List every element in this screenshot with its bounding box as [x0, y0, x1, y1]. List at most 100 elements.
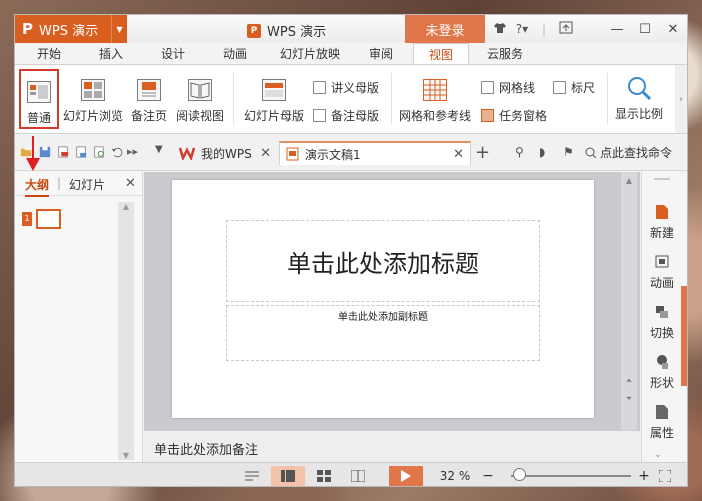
doc-tab-mywps-label: 我的WPS: [201, 146, 252, 161]
tab-outline[interactable]: 大纲: [25, 176, 50, 197]
shape-button[interactable]: 形状: [642, 354, 682, 391]
reading-view-button[interactable]: 阅读视图: [173, 69, 227, 129]
checked-checkbox-icon: [481, 109, 494, 122]
undo-icon[interactable]: [111, 145, 123, 159]
flag-icon[interactable]: ⚑: [563, 145, 574, 159]
tab-divider: |: [57, 176, 62, 190]
slide-thumbnail[interactable]: [36, 209, 61, 229]
animation-button[interactable]: 动画: [642, 254, 682, 291]
zoom-slider[interactable]: [511, 475, 631, 477]
print-icon[interactable]: [75, 145, 87, 159]
tab-view[interactable]: 视图: [413, 43, 469, 65]
normal-view-button[interactable]: 普通: [19, 69, 59, 129]
properties-label: 属性: [649, 426, 674, 440]
tab-home[interactable]: 开始: [23, 43, 75, 65]
handout-master-icon: [313, 81, 326, 94]
feedback-icon[interactable]: [555, 21, 577, 37]
skin-icon[interactable]: [489, 22, 511, 37]
close-panel-icon[interactable]: ✕: [125, 176, 136, 191]
previous-slide-icon[interactable]: ⏶: [621, 376, 637, 386]
ribbon-tabs: 开始 插入 设计 动画 幻灯片放映 审阅 视图 云服务: [15, 43, 687, 65]
normal-view-label: 普通: [26, 111, 51, 125]
ruler-checkbox[interactable]: 标尺: [553, 79, 595, 96]
gridlines-checkbox[interactable]: 网格线: [481, 79, 535, 96]
help-icon[interactable]: ?▾: [511, 22, 533, 36]
slide-canvas[interactable]: 单击此处添加标题 单击此处添加副标题: [172, 180, 594, 418]
editor-scrollbar[interactable]: ▲ ⏶ ⏷ ▼: [621, 172, 637, 462]
chevron-down-icon[interactable]: ▼: [155, 144, 163, 155]
notes-toggle-icon[interactable]: [241, 466, 263, 486]
normal-view-status-button[interactable]: [271, 466, 305, 486]
zoom-out-icon[interactable]: −: [481, 466, 495, 486]
slide-sorter-icon: [81, 79, 105, 101]
tab-slideshow[interactable]: 幻灯片放映: [271, 43, 349, 65]
doc-tab-presentation[interactable]: 演示文稿1 ✕: [279, 141, 471, 165]
chevron-down-icon[interactable]: ▼: [111, 15, 127, 43]
notes-master-button[interactable]: 备注母版: [313, 107, 379, 124]
fit-window-icon[interactable]: [657, 466, 673, 486]
doc-tab-mywps[interactable]: 我的WPS ✕: [173, 141, 277, 165]
reading-view-status-button[interactable]: [345, 466, 371, 486]
subtitle-placeholder[interactable]: 单击此处添加副标题: [226, 305, 540, 361]
grid-guides-label: 网格和参考线: [398, 109, 471, 123]
panel-scrollbar[interactable]: ▲ ▼: [118, 202, 134, 460]
scroll-down-icon[interactable]: ▼: [118, 451, 134, 460]
slide-sorter-status-button[interactable]: [311, 466, 337, 486]
slideshow-play-button[interactable]: [389, 466, 423, 486]
cloud-doc-icon[interactable]: ◗: [539, 145, 545, 159]
maximize-icon[interactable]: ☐: [631, 22, 659, 37]
handout-master-button[interactable]: 讲义母版: [313, 79, 379, 96]
tab-review[interactable]: 审阅: [357, 43, 405, 65]
slide-sorter-button[interactable]: 幻灯片浏览: [61, 69, 125, 129]
zoom-button[interactable]: 显示比例: [611, 69, 667, 129]
app-menu-button[interactable]: P WPS 演示 ▼: [15, 15, 127, 43]
close-tab-icon[interactable]: ✕: [260, 146, 271, 161]
new-tab-icon[interactable]: +: [475, 142, 490, 163]
notes-page-button[interactable]: 备注页: [129, 69, 169, 129]
ribbon-expand-icon[interactable]: ›: [675, 65, 687, 133]
title-placeholder[interactable]: 单击此处添加标题: [226, 220, 540, 302]
chevron-down-icon[interactable]: ⌄: [654, 450, 662, 460]
separator-icon: |: [541, 22, 547, 36]
close-tab-icon[interactable]: ✕: [453, 147, 464, 162]
tab-slides[interactable]: 幻灯片: [69, 176, 105, 193]
magnifier-icon: [628, 77, 652, 101]
outline-slides-panel: 大纲 | 幻灯片 ✕ 1 ▲ ▼: [15, 172, 143, 462]
slide-master-label: 幻灯片母版: [243, 109, 304, 123]
print-preview-icon[interactable]: [93, 145, 105, 159]
pin-icon[interactable]: ⚲: [515, 145, 524, 159]
normal-view-icon: [27, 81, 51, 103]
tab-insert[interactable]: 插入: [87, 43, 135, 65]
next-slide-icon[interactable]: ⏷: [621, 394, 637, 404]
tab-cloud[interactable]: 云服务: [477, 43, 533, 65]
scroll-up-icon[interactable]: ▲: [621, 176, 637, 185]
task-pane-collapse-handle[interactable]: [681, 286, 687, 386]
tab-design[interactable]: 设计: [149, 43, 197, 65]
annotation-arrow-icon: [26, 136, 40, 171]
properties-button[interactable]: 属性: [642, 404, 682, 441]
task-pane: 新建 动画 切换 形状 属性 ⌄: [641, 172, 687, 462]
minimize-icon[interactable]: —: [603, 22, 631, 37]
animation-label: 动画: [649, 276, 674, 290]
zoom-slider-handle[interactable]: [513, 468, 526, 481]
notes-pane[interactable]: 单击此处添加备注: [144, 430, 640, 462]
new-slide-icon: [656, 205, 668, 219]
grid-guides-button[interactable]: 网格和参考线: [397, 69, 473, 129]
new-slide-button[interactable]: 新建: [642, 204, 682, 241]
login-button[interactable]: 未登录: [405, 15, 485, 43]
task-pane-checkbox[interactable]: 任务窗格: [481, 107, 547, 124]
export-pdf-icon[interactable]: [57, 145, 69, 159]
transition-icon: [656, 306, 668, 318]
scroll-up-icon[interactable]: ▲: [118, 202, 134, 211]
slide-master-button[interactable]: 幻灯片母版: [241, 69, 307, 129]
ribbon-view: 普通 幻灯片浏览 备注页 阅读视图 幻灯片母版 讲义母版 备注母版 网格和参考线…: [15, 64, 687, 134]
more-tools-icon[interactable]: ▸▸: [127, 145, 138, 158]
close-icon[interactable]: ✕: [659, 22, 687, 37]
command-search[interactable]: 点此查找命令: [585, 144, 672, 161]
slide-number: 1: [22, 212, 32, 226]
transition-button[interactable]: 切换: [642, 304, 682, 341]
zoom-level[interactable]: 32 %: [435, 466, 475, 486]
tab-animation[interactable]: 动画: [211, 43, 259, 65]
play-icon: [401, 470, 411, 482]
zoom-in-icon[interactable]: +: [637, 466, 651, 486]
